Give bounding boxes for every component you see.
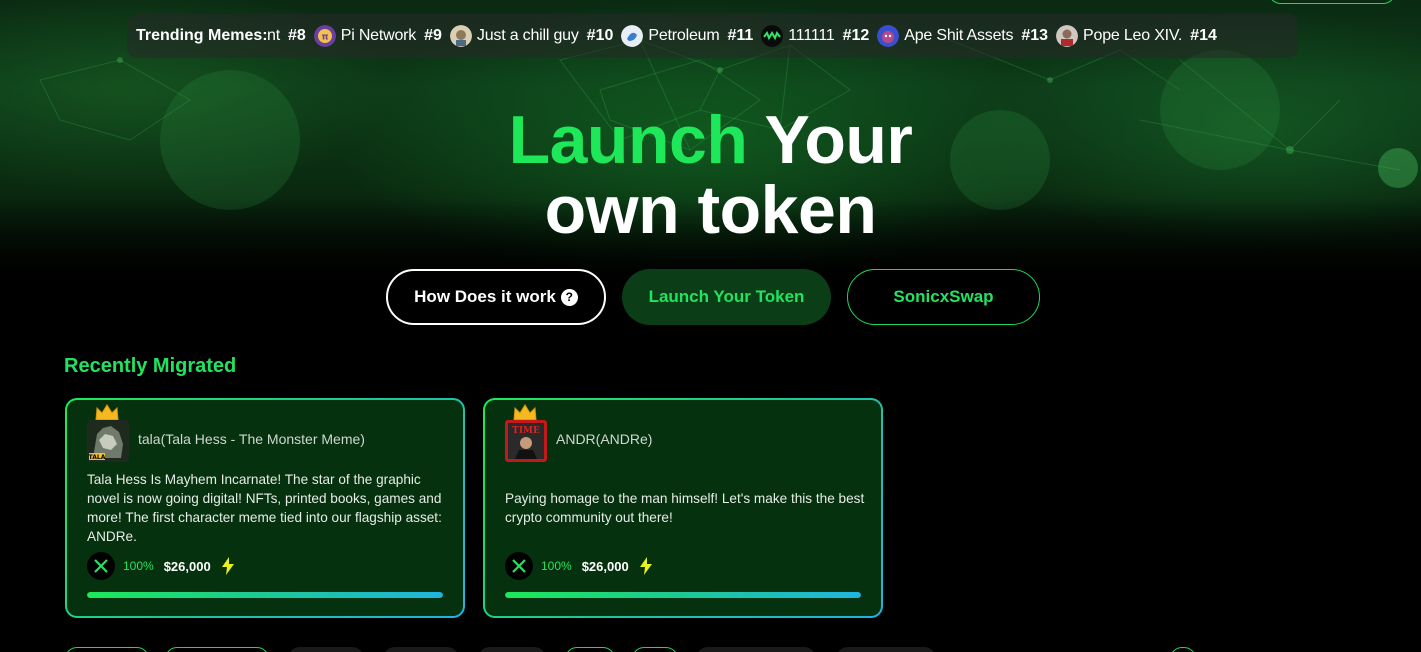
token-card[interactable]: TIME ANDR(ANDRe) Paying homage to the ma… <box>483 398 883 618</box>
how-it-works-button[interactable]: How Does it work ? <box>386 269 606 325</box>
ticker-item-rank: #8 <box>287 27 306 44</box>
hero-title-white-1: Your <box>764 102 913 178</box>
hero-title-green: Launch <box>508 102 748 178</box>
token-stats: 100% $26,000 <box>87 552 235 580</box>
recently-migrated-title: Recently Migrated <box>64 355 237 377</box>
hero-title-white-2: own token <box>544 172 877 248</box>
ticker-item-rank: #10 <box>586 27 614 44</box>
ticker-item-name: Just a chill guy <box>476 27 579 44</box>
ticker-item-rank: #11 <box>727 27 754 44</box>
token-name: ANDR(ANDRe) <box>556 431 653 447</box>
token-market-cap: $26,000 <box>581 558 629 574</box>
bonding-progress-bar <box>87 592 443 598</box>
bonding-progress-fill <box>505 592 861 598</box>
ticker-item-rank: #14 <box>1190 27 1217 44</box>
token-percent: 100% <box>123 559 154 573</box>
filter-pill[interactable] <box>65 647 149 652</box>
cta-row: How Does it work ? Launch Your Token Son… <box>0 269 1421 325</box>
token-description: Tala Hess Is Mayhem Incarnate! The star … <box>87 472 442 544</box>
bonding-progress-fill <box>87 592 443 598</box>
ape-avatar-icon <box>877 25 900 47</box>
ticker-item-name: Pope Leo XIV. <box>1083 27 1183 44</box>
ticker-item-name: Ape Shit Assets <box>904 27 1014 44</box>
ticker-item[interactable]: #12 Ape Shit Assets <box>843 25 1014 47</box>
token-name: tala(Tala Hess - The Monster Meme) <box>138 431 365 447</box>
token-description: Paying homage to the man himself! Let's … <box>505 491 865 525</box>
launch-token-button[interactable]: Launch Your Token <box>622 269 831 325</box>
ticker-item[interactable]: #14 <box>1190 27 1225 45</box>
token-percent: 100% <box>541 559 572 573</box>
hero-title: Launch Your own token <box>0 105 1421 245</box>
ticker-item-name: nt <box>267 27 280 44</box>
ticker-item[interactable]: #9 Just a chill guy <box>424 25 579 47</box>
ticker-item-rank: #9 <box>424 27 442 44</box>
bonding-progress-bar <box>505 592 861 598</box>
filter-pill[interactable] <box>383 647 459 652</box>
top-right-button[interactable] <box>1268 0 1396 4</box>
ticker-item[interactable]: nt <box>267 27 280 45</box>
token-avatar: TALA <box>87 420 129 462</box>
lightning-bolt-icon <box>221 557 234 575</box>
x-logo-icon <box>87 552 115 580</box>
ticker-label: Trending Memes: <box>136 27 268 44</box>
token-stats: 100% $26,000 <box>505 552 653 580</box>
lightning-bolt-icon <box>639 557 652 575</box>
ticker-item-rank: #12 <box>842 27 870 44</box>
trending-ticker: Trending Memes: nt #8 π Pi Network #9 Ju… <box>127 14 1298 58</box>
token-avatar: TIME <box>505 420 547 462</box>
filter-pill[interactable] <box>165 647 269 652</box>
token-market-cap: $26,000 <box>163 558 211 574</box>
launch-token-label: Launch Your Token <box>648 287 805 306</box>
ticker-item[interactable]: #10 Petroleum <box>587 25 720 47</box>
filter-pill[interactable] <box>1170 647 1196 652</box>
ticker-item[interactable]: #11 111111 <box>727 25 835 47</box>
svg-text:π: π <box>321 33 328 43</box>
sonicxswap-label: SonicxSwap <box>893 287 994 306</box>
ticker-track: nt #8 π Pi Network #9 Just a chill guy #… <box>267 14 1298 58</box>
ticker-item[interactable]: #13 Pope Leo XIV. <box>1021 25 1182 47</box>
question-circle-icon: ? <box>560 288 578 306</box>
filter-pill[interactable] <box>478 647 546 652</box>
filter-pill[interactable] <box>632 647 678 652</box>
token-card[interactable]: TALA tala(Tala Hess - The Monster Meme) … <box>65 398 465 618</box>
svg-text:TIME: TIME <box>512 426 540 436</box>
filter-pill[interactable] <box>288 647 364 652</box>
pi-network-avatar-icon: π <box>313 25 336 47</box>
pope-avatar-icon <box>1056 25 1079 47</box>
x-logo-icon <box>505 552 533 580</box>
filter-pill[interactable] <box>696 647 816 652</box>
filter-pill[interactable] <box>836 647 936 652</box>
ticker-item-rank: #13 <box>1021 27 1049 44</box>
ticker-item-name: Petroleum <box>648 27 720 44</box>
sonicxswap-button[interactable]: SonicxSwap <box>847 269 1040 325</box>
petroleum-avatar-icon <box>621 25 644 47</box>
ticker-item[interactable]: #8 π Pi Network <box>288 25 416 47</box>
ticker-item-name: Pi Network <box>340 27 417 44</box>
filter-pill[interactable] <box>565 647 615 652</box>
page: Trending Memes: nt #8 π Pi Network #9 Ju… <box>0 0 1421 652</box>
ticker-item-name: 111111 <box>788 27 835 44</box>
chill-guy-avatar-icon <box>449 25 472 47</box>
how-it-works-label: How Does it work <box>414 287 556 306</box>
111111-avatar-icon <box>761 25 784 47</box>
svg-text:TALA: TALA <box>89 454 106 461</box>
